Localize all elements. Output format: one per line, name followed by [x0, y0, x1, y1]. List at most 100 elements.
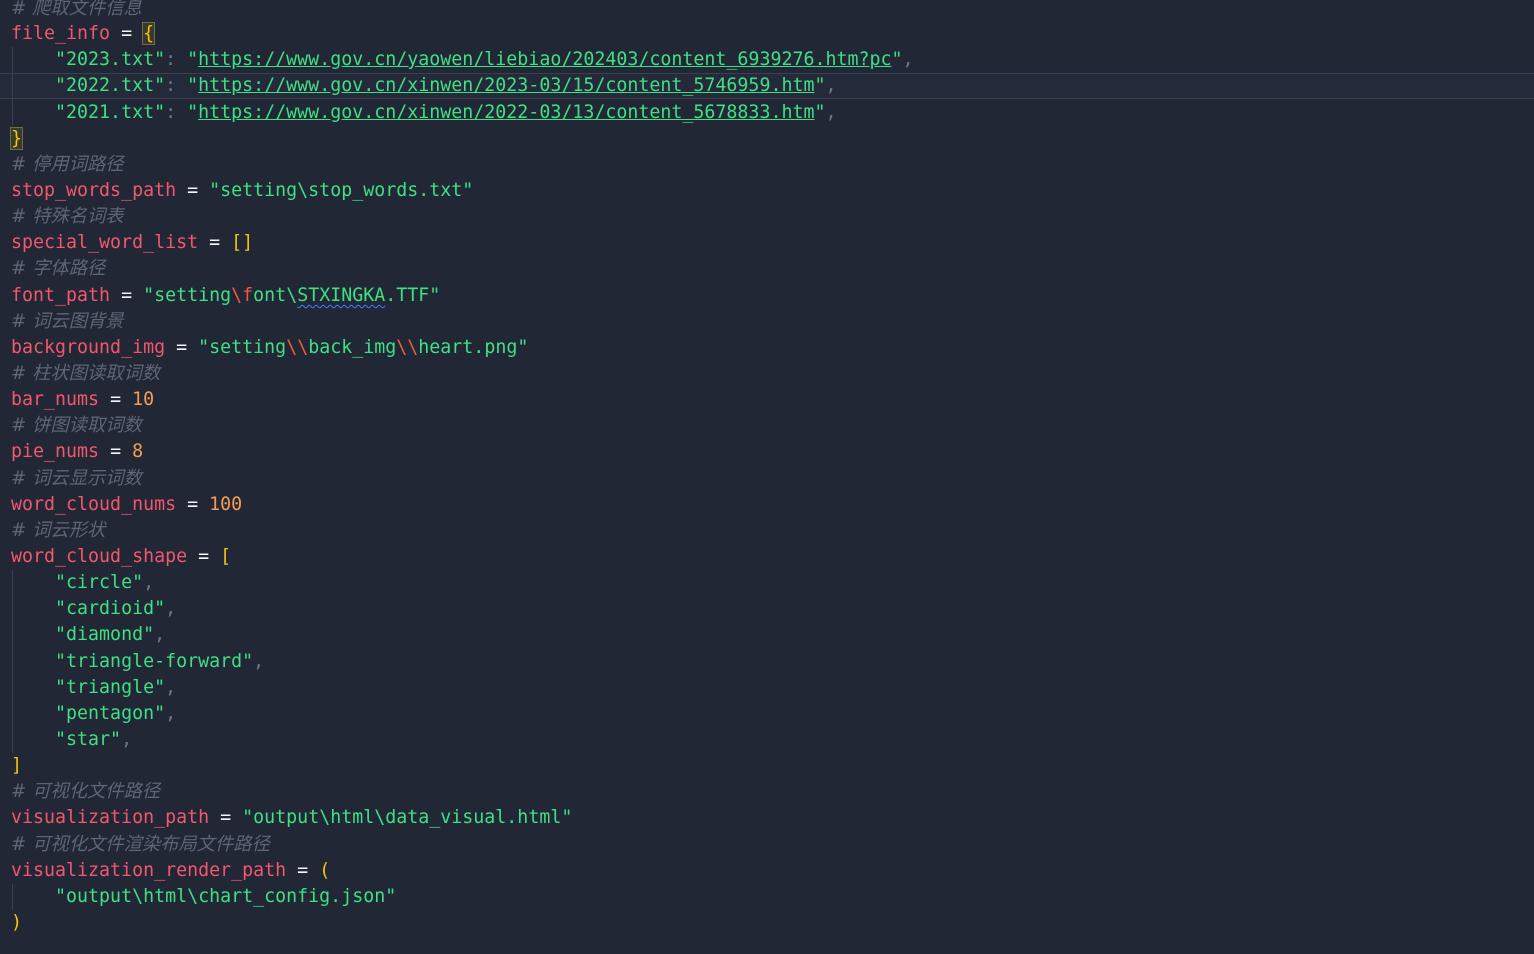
code-line[interactable]: # 可视化文件渲染布局文件路径	[11, 832, 270, 858]
operator: =	[187, 546, 221, 567]
string: "triangle"	[55, 677, 166, 698]
code-line[interactable]: "cardioid",	[11, 596, 176, 622]
code-line[interactable]: # 柱状图读取词数	[11, 361, 160, 387]
string: .TTF"	[385, 285, 441, 306]
operator: =	[110, 23, 144, 44]
operator: =	[110, 285, 144, 306]
url-link[interactable]: https://www.gov.cn/xinwen/2023-03/15/con…	[198, 75, 814, 96]
code-line[interactable]: "output\html\chart_config.json"	[11, 884, 396, 910]
code-line[interactable]: pie_nums = 8	[11, 439, 143, 465]
string: "star"	[55, 729, 122, 750]
operator: =	[99, 389, 133, 410]
code-line[interactable]: # 可视化文件路径	[11, 779, 160, 805]
code-line[interactable]: background_img = "setting\\back_img\\hea…	[11, 335, 528, 361]
bracket: }	[9, 127, 24, 150]
code-line[interactable]: }	[9, 126, 24, 152]
code-line[interactable]: "star",	[11, 727, 132, 753]
colon: :	[165, 49, 188, 70]
string: "circle"	[55, 572, 144, 593]
operator: =	[209, 807, 243, 828]
string: "setting	[198, 337, 287, 358]
code-line[interactable]: file_info = {	[11, 21, 156, 47]
code-line[interactable]: word_cloud_shape = [	[11, 544, 231, 570]
code-line[interactable]: "triangle-forward",	[11, 649, 264, 675]
code-editor[interactable]: # 爬取文件信息 file_info = { "2023.txt": "http…	[0, 0, 1534, 954]
code-line[interactable]: word_cloud_nums = 100	[11, 492, 242, 518]
variable: font_path	[11, 285, 111, 306]
code-line[interactable]: # 特殊名词表	[11, 204, 124, 230]
spellcheck-warning[interactable]: STXINGKA	[297, 285, 385, 306]
code-line[interactable]: visualization_render_path = (	[11, 858, 330, 884]
operator: =	[198, 232, 232, 253]
code-line[interactable]: # 词云形状	[11, 518, 105, 544]
quote: "	[814, 75, 826, 96]
comma: ,	[825, 102, 837, 123]
comma: ,	[154, 624, 166, 645]
code-line[interactable]: # 词云显示词数	[11, 466, 142, 492]
string: "output\html\chart_config.json"	[55, 886, 397, 907]
code-line[interactable]: "circle",	[11, 570, 154, 596]
colon: :	[165, 102, 188, 123]
string: "output\html\data_visual.html"	[242, 807, 573, 828]
operator: =	[286, 860, 320, 881]
comment: # 特殊名词表	[11, 206, 124, 227]
code-line[interactable]: "diamond",	[11, 622, 165, 648]
comma: ,	[165, 703, 177, 724]
quote: "	[891, 49, 903, 70]
comma: ,	[165, 598, 177, 619]
comma: ,	[143, 572, 155, 593]
variable: special_word_list	[11, 232, 199, 253]
comment: # 柱状图读取词数	[11, 363, 161, 384]
code-line[interactable]: "pentagon",	[11, 701, 176, 727]
code-line[interactable]: "2023.txt": "https://www.gov.cn/yaowen/l…	[11, 47, 914, 73]
code-line[interactable]: "2022.txt": "https://www.gov.cn/xinwen/2…	[11, 73, 836, 99]
comma: ,	[165, 677, 177, 698]
operator: =	[176, 494, 210, 515]
code-line[interactable]: # 爬取文件信息	[11, 0, 142, 22]
variable: background_img	[11, 337, 166, 358]
variable: bar_nums	[11, 389, 100, 410]
comment: # 词云形状	[11, 520, 106, 541]
code-line[interactable]: # 停用词路径	[11, 152, 124, 178]
quote: "	[187, 102, 199, 123]
bracket: (	[319, 860, 331, 881]
code-line[interactable]: visualization_path = "output\html\data_v…	[11, 805, 572, 831]
url-link[interactable]: https://www.gov.cn/yaowen/liebiao/202403…	[198, 49, 891, 70]
dict-key: "2023.txt"	[55, 49, 166, 70]
comment: # 词云显示词数	[11, 468, 142, 489]
quote: "	[187, 49, 199, 70]
bracket: {	[142, 22, 156, 45]
quote: "	[814, 102, 826, 123]
comment: # 饼图读取词数	[11, 415, 142, 436]
comma: ,	[253, 651, 265, 672]
code-line[interactable]: "2021.txt": "https://www.gov.cn/xinwen/2…	[11, 100, 837, 126]
dict-key: "2022.txt"	[55, 75, 166, 96]
code-line[interactable]: stop_words_path = "setting\stop_words.tx…	[11, 178, 473, 204]
variable: word_cloud_nums	[11, 494, 177, 515]
variable: visualization_render_path	[11, 860, 287, 881]
code-line[interactable]: # 词云图背景	[11, 309, 124, 335]
string: "diamond"	[55, 624, 155, 645]
code-line[interactable]: "triangle",	[11, 675, 176, 701]
code-line[interactable]: )	[11, 910, 22, 936]
code-line[interactable]: ]	[11, 753, 22, 779]
string: "setting	[143, 285, 232, 306]
code-line[interactable]: special_word_list = []	[11, 230, 253, 256]
escape-sequence: \f	[231, 285, 254, 306]
code-line[interactable]: # 饼图读取词数	[11, 413, 142, 439]
variable: pie_nums	[11, 441, 100, 462]
comment: # 可视化文件路径	[11, 781, 161, 802]
code-line[interactable]: font_path = "setting\font\STXINGKA.TTF"	[11, 283, 440, 309]
bracket: []	[231, 232, 254, 253]
code-line[interactable]: bar_nums = 10	[11, 387, 154, 413]
number: 8	[132, 441, 144, 462]
code-line[interactable]: # 字体路径	[11, 256, 105, 282]
string: "pentagon"	[55, 703, 166, 724]
dict-key: "2021.txt"	[55, 102, 166, 123]
bracket: ]	[11, 755, 23, 776]
string: ont\	[253, 285, 298, 306]
variable: word_cloud_shape	[11, 546, 188, 567]
string: "setting\stop_words.txt"	[209, 180, 474, 201]
url-link[interactable]: https://www.gov.cn/xinwen/2022-03/13/con…	[198, 102, 814, 123]
string: heart.png"	[418, 337, 529, 358]
